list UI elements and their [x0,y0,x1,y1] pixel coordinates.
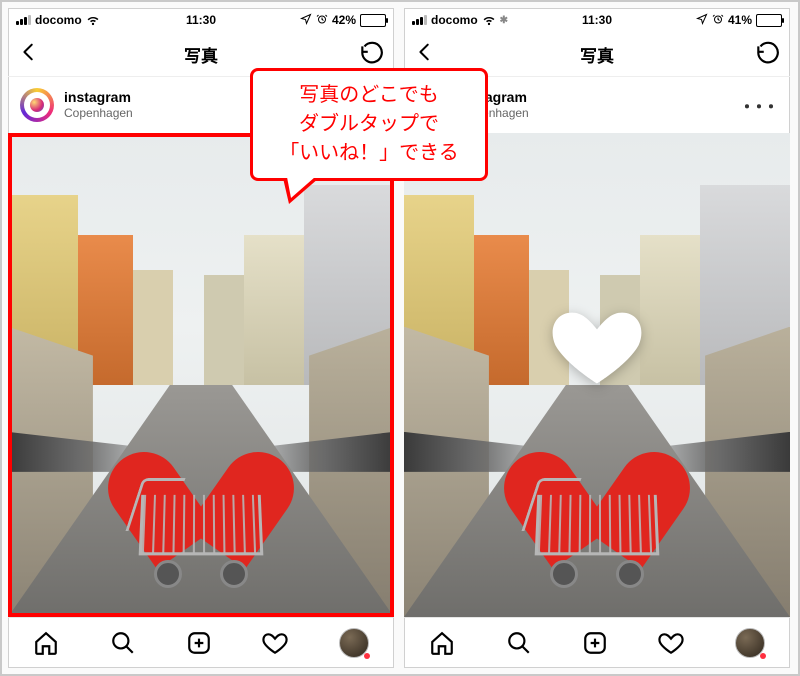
location-services-icon [300,13,312,28]
callout-line1: 写真のどこでも [261,81,477,110]
tab-create[interactable] [186,630,212,656]
tab-activity[interactable] [262,630,288,656]
post-more-button[interactable]: ･･･ [742,91,778,120]
tab-profile[interactable] [339,628,369,658]
wifi-icon [86,12,100,28]
back-button[interactable] [414,41,436,67]
alarm-icon [712,13,724,28]
cart-with-heart [126,418,276,588]
loading-icon: ✱ [500,15,508,26]
post-location[interactable]: Copenhagen [64,106,133,120]
status-bar: docomo 11:30 42% [8,8,394,32]
tutorial-figure: docomo 11:30 42% [0,0,800,676]
undo-button[interactable] [358,41,384,67]
tab-activity[interactable] [658,630,684,656]
tab-home[interactable] [33,630,59,656]
battery-pct: 42% [332,13,356,27]
annotation-callout: 写真のどこでも ダブルタップで 「いいね！」できる [250,68,488,181]
tab-home[interactable] [429,630,455,656]
battery-icon [360,14,386,27]
tab-create[interactable] [582,630,608,656]
like-heart-overlay [542,296,652,396]
wifi-icon [482,12,496,28]
status-bar: docomo ✱ 11:30 41% [404,8,790,32]
carrier-label: docomo [431,13,478,27]
tab-bar [404,617,790,668]
alarm-icon [316,13,328,28]
signal-icon [412,15,427,25]
nav-title: 写真 [184,42,218,67]
signal-icon [16,15,31,25]
post-photo[interactable] [404,133,790,617]
location-services-icon [696,13,708,28]
author-avatar[interactable] [20,88,54,122]
tab-search[interactable] [506,630,532,656]
undo-button[interactable] [754,41,780,67]
tab-search[interactable] [110,630,136,656]
back-button[interactable] [18,41,40,67]
callout-line2: ダブルタップで [261,110,477,139]
battery-pct: 41% [728,13,752,27]
nav-title: 写真 [580,42,614,67]
carrier-label: docomo [35,13,82,27]
author-username[interactable]: instagram [64,89,133,106]
battery-icon [756,14,782,27]
tab-bar [8,617,394,668]
tab-profile[interactable] [735,628,765,658]
callout-line3: 「いいね！」できる [261,139,477,168]
cart-with-heart [522,418,672,588]
post-photo[interactable] [8,133,394,617]
